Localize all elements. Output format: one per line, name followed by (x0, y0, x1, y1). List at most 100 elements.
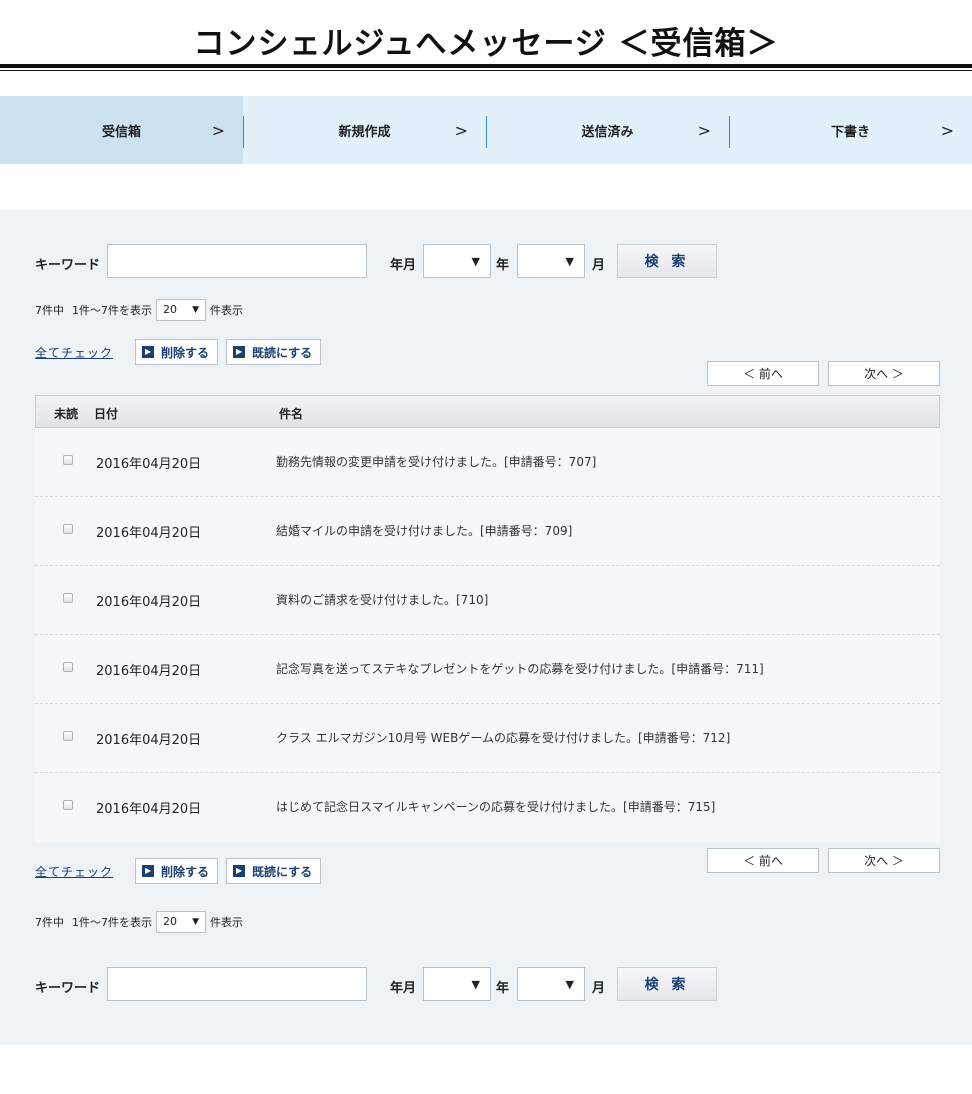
yearmonth-label: 年月 (390, 981, 417, 996)
per-page-suffix: 件表示 (210, 916, 243, 929)
row-subject-link[interactable]: はじめて記念日スマイルキャンペーンの応募を受け付けました。[申請番号：715] (276, 798, 715, 815)
pager-bottom: ＜ 前へ 次へ ＞ (707, 848, 940, 873)
caret-down-icon: ▼ (192, 305, 199, 315)
result-count-bottom: 7件中 1件〜7件を表示 20 ▼ 件表示 (35, 911, 243, 933)
tab-inbox-label: 受信箱 (101, 124, 141, 140)
prev-button[interactable]: ＜ 前へ (707, 361, 819, 386)
row-subject-link[interactable]: クラス エルマガジン10月号 WEBゲームの応募を受け付けました。[申請番号：7… (276, 729, 730, 746)
row-date: 2016年04月20日 (96, 526, 202, 541)
chevron-right-icon: > (454, 120, 468, 140)
row-date: 2016年04月20日 (96, 457, 202, 472)
inbox-panel: キーワード 年月 ▼ 年 ▼ 月 検 索 7件中 1件〜7件を表示 20 ▼ 件… (0, 210, 972, 1045)
table-row: 2016年04月20日 結婚マイルの申請を受け付けました。[申請番号：709] (35, 497, 940, 566)
action-bar-top: 全てチェック ▶ 削除する ▶ 既読にする (35, 339, 329, 365)
tab-sent-label: 送信済み (581, 124, 634, 140)
total-count: 7件中 (35, 916, 64, 929)
tab-drafts[interactable]: 下書き > (729, 96, 972, 164)
delete-label: 削除する (161, 345, 210, 360)
keyword-input[interactable] (107, 967, 367, 1001)
row-subject-link[interactable]: 資料のご請求を受け付けました。[710] (276, 591, 488, 608)
range-text: 1件〜7件を表示 (72, 304, 152, 317)
per-page-select[interactable]: 20 ▼ (156, 299, 206, 321)
mark-read-button[interactable]: ▶ 既読にする (226, 858, 322, 884)
table-row: 2016年04月20日 クラス エルマガジン10月号 WEBゲームの応募を受け付… (35, 704, 940, 773)
mark-read-label: 既読にする (252, 345, 313, 360)
yearmonth-label: 年月 (390, 258, 417, 273)
delete-button[interactable]: ▶ 削除する (135, 339, 219, 365)
search-button[interactable]: 検 索 (617, 967, 717, 1001)
tab-compose[interactable]: 新規作成 > (243, 96, 486, 164)
row-date: 2016年04月20日 (96, 664, 202, 679)
row-checkbox[interactable] (63, 800, 73, 810)
per-page-suffix: 件表示 (210, 304, 243, 317)
action-bar-bottom: 全てチェック ▶ 削除する ▶ 既読にする (35, 858, 329, 884)
header-subject: 件名 (279, 407, 304, 421)
row-checkbox[interactable] (63, 662, 73, 672)
row-date: 2016年04月20日 (96, 733, 202, 748)
month-select[interactable]: ▼ (517, 967, 585, 1001)
tab-divider (729, 116, 730, 148)
caret-down-icon: ▼ (471, 978, 480, 991)
row-subject-link[interactable]: 勤務先情報の変更申請を受け付けました。[申請番号：707] (276, 453, 596, 470)
next-button[interactable]: 次へ ＞ (828, 848, 940, 873)
range-text: 1件〜7件を表示 (72, 916, 152, 929)
month-label: 月 (592, 258, 606, 273)
row-checkbox[interactable] (63, 455, 73, 465)
row-subject-link[interactable]: 記念写真を送ってステキなプレゼントをゲットの応募を受け付けました。[申請番号：7… (276, 660, 764, 677)
row-checkbox[interactable] (63, 524, 73, 534)
row-checkbox[interactable] (63, 731, 73, 741)
tab-compose-label: 新規作成 (338, 124, 391, 140)
row-date: 2016年04月20日 (96, 595, 202, 610)
tab-divider (243, 116, 244, 148)
keyword-input[interactable] (107, 244, 367, 278)
search-button[interactable]: 検 索 (617, 244, 717, 278)
delete-button[interactable]: ▶ 削除する (135, 858, 219, 884)
table-row: 2016年04月20日 勤務先情報の変更申請を受け付けました。[申請番号：707… (35, 428, 940, 497)
year-label: 年 (496, 258, 510, 273)
message-table: 未読 日付 件名 2016年04月20日 勤務先情報の変更申請を受け付けました。… (35, 395, 940, 842)
per-page-select[interactable]: 20 ▼ (156, 911, 206, 933)
chevron-right-icon: > (697, 120, 711, 140)
caret-down-icon: ▼ (192, 917, 199, 927)
caret-down-icon: ▼ (565, 255, 574, 268)
per-page-value: 20 (163, 303, 177, 316)
prev-button[interactable]: ＜ 前へ (707, 848, 819, 873)
chevron-right-icon: > (211, 120, 225, 140)
pager-top: ＜ 前へ 次へ ＞ (707, 361, 940, 386)
mark-read-button[interactable]: ▶ 既読にする (226, 339, 322, 365)
keyword-label: キーワード (35, 258, 101, 273)
check-all-link[interactable]: 全てチェック (35, 344, 113, 361)
month-label: 月 (592, 981, 606, 996)
result-count-top: 7件中 1件〜7件を表示 20 ▼ 件表示 (35, 299, 243, 321)
search-bar-bottom: キーワード 年月 ▼ 年 ▼ 月 検 索 (0, 967, 972, 1003)
keyword-label: キーワード (35, 981, 101, 996)
arrow-right-icon: ▶ (142, 865, 155, 877)
chevron-right-icon: > (940, 120, 954, 140)
row-checkbox[interactable] (63, 593, 73, 603)
delete-label: 削除する (161, 864, 210, 879)
search-bar-top: キーワード 年月 ▼ 年 ▼ 月 検 索 (0, 244, 972, 280)
mark-read-label: 既読にする (252, 864, 313, 879)
month-select[interactable]: ▼ (517, 244, 585, 278)
caret-down-icon: ▼ (471, 255, 480, 268)
title-rule (0, 64, 972, 68)
total-count: 7件中 (35, 304, 64, 317)
year-select[interactable]: ▼ (423, 244, 491, 278)
tab-sent[interactable]: 送信済み > (486, 96, 729, 164)
next-button[interactable]: 次へ ＞ (828, 361, 940, 386)
header-date: 日付 (94, 407, 119, 421)
tab-drafts-label: 下書き (830, 124, 870, 140)
arrow-right-icon: ▶ (233, 346, 246, 358)
tab-divider (486, 116, 487, 148)
tab-inbox[interactable]: 受信箱 > (0, 96, 243, 164)
table-row: 2016年04月20日 はじめて記念日スマイルキャンペーンの応募を受け付けました… (35, 773, 940, 842)
row-subject-link[interactable]: 結婚マイルの申請を受け付けました。[申請番号：709] (276, 522, 572, 539)
title-rule-thin (0, 70, 972, 71)
caret-down-icon: ▼ (565, 978, 574, 991)
table-header: 未読 日付 件名 (35, 395, 940, 428)
row-date: 2016年04月20日 (96, 802, 202, 817)
table-row: 2016年04月20日 資料のご請求を受け付けました。[710] (35, 566, 940, 635)
page-title: コンシェルジュへメッセージ ＜受信箱＞ (193, 26, 779, 62)
year-select[interactable]: ▼ (423, 967, 491, 1001)
check-all-link[interactable]: 全てチェック (35, 863, 113, 880)
